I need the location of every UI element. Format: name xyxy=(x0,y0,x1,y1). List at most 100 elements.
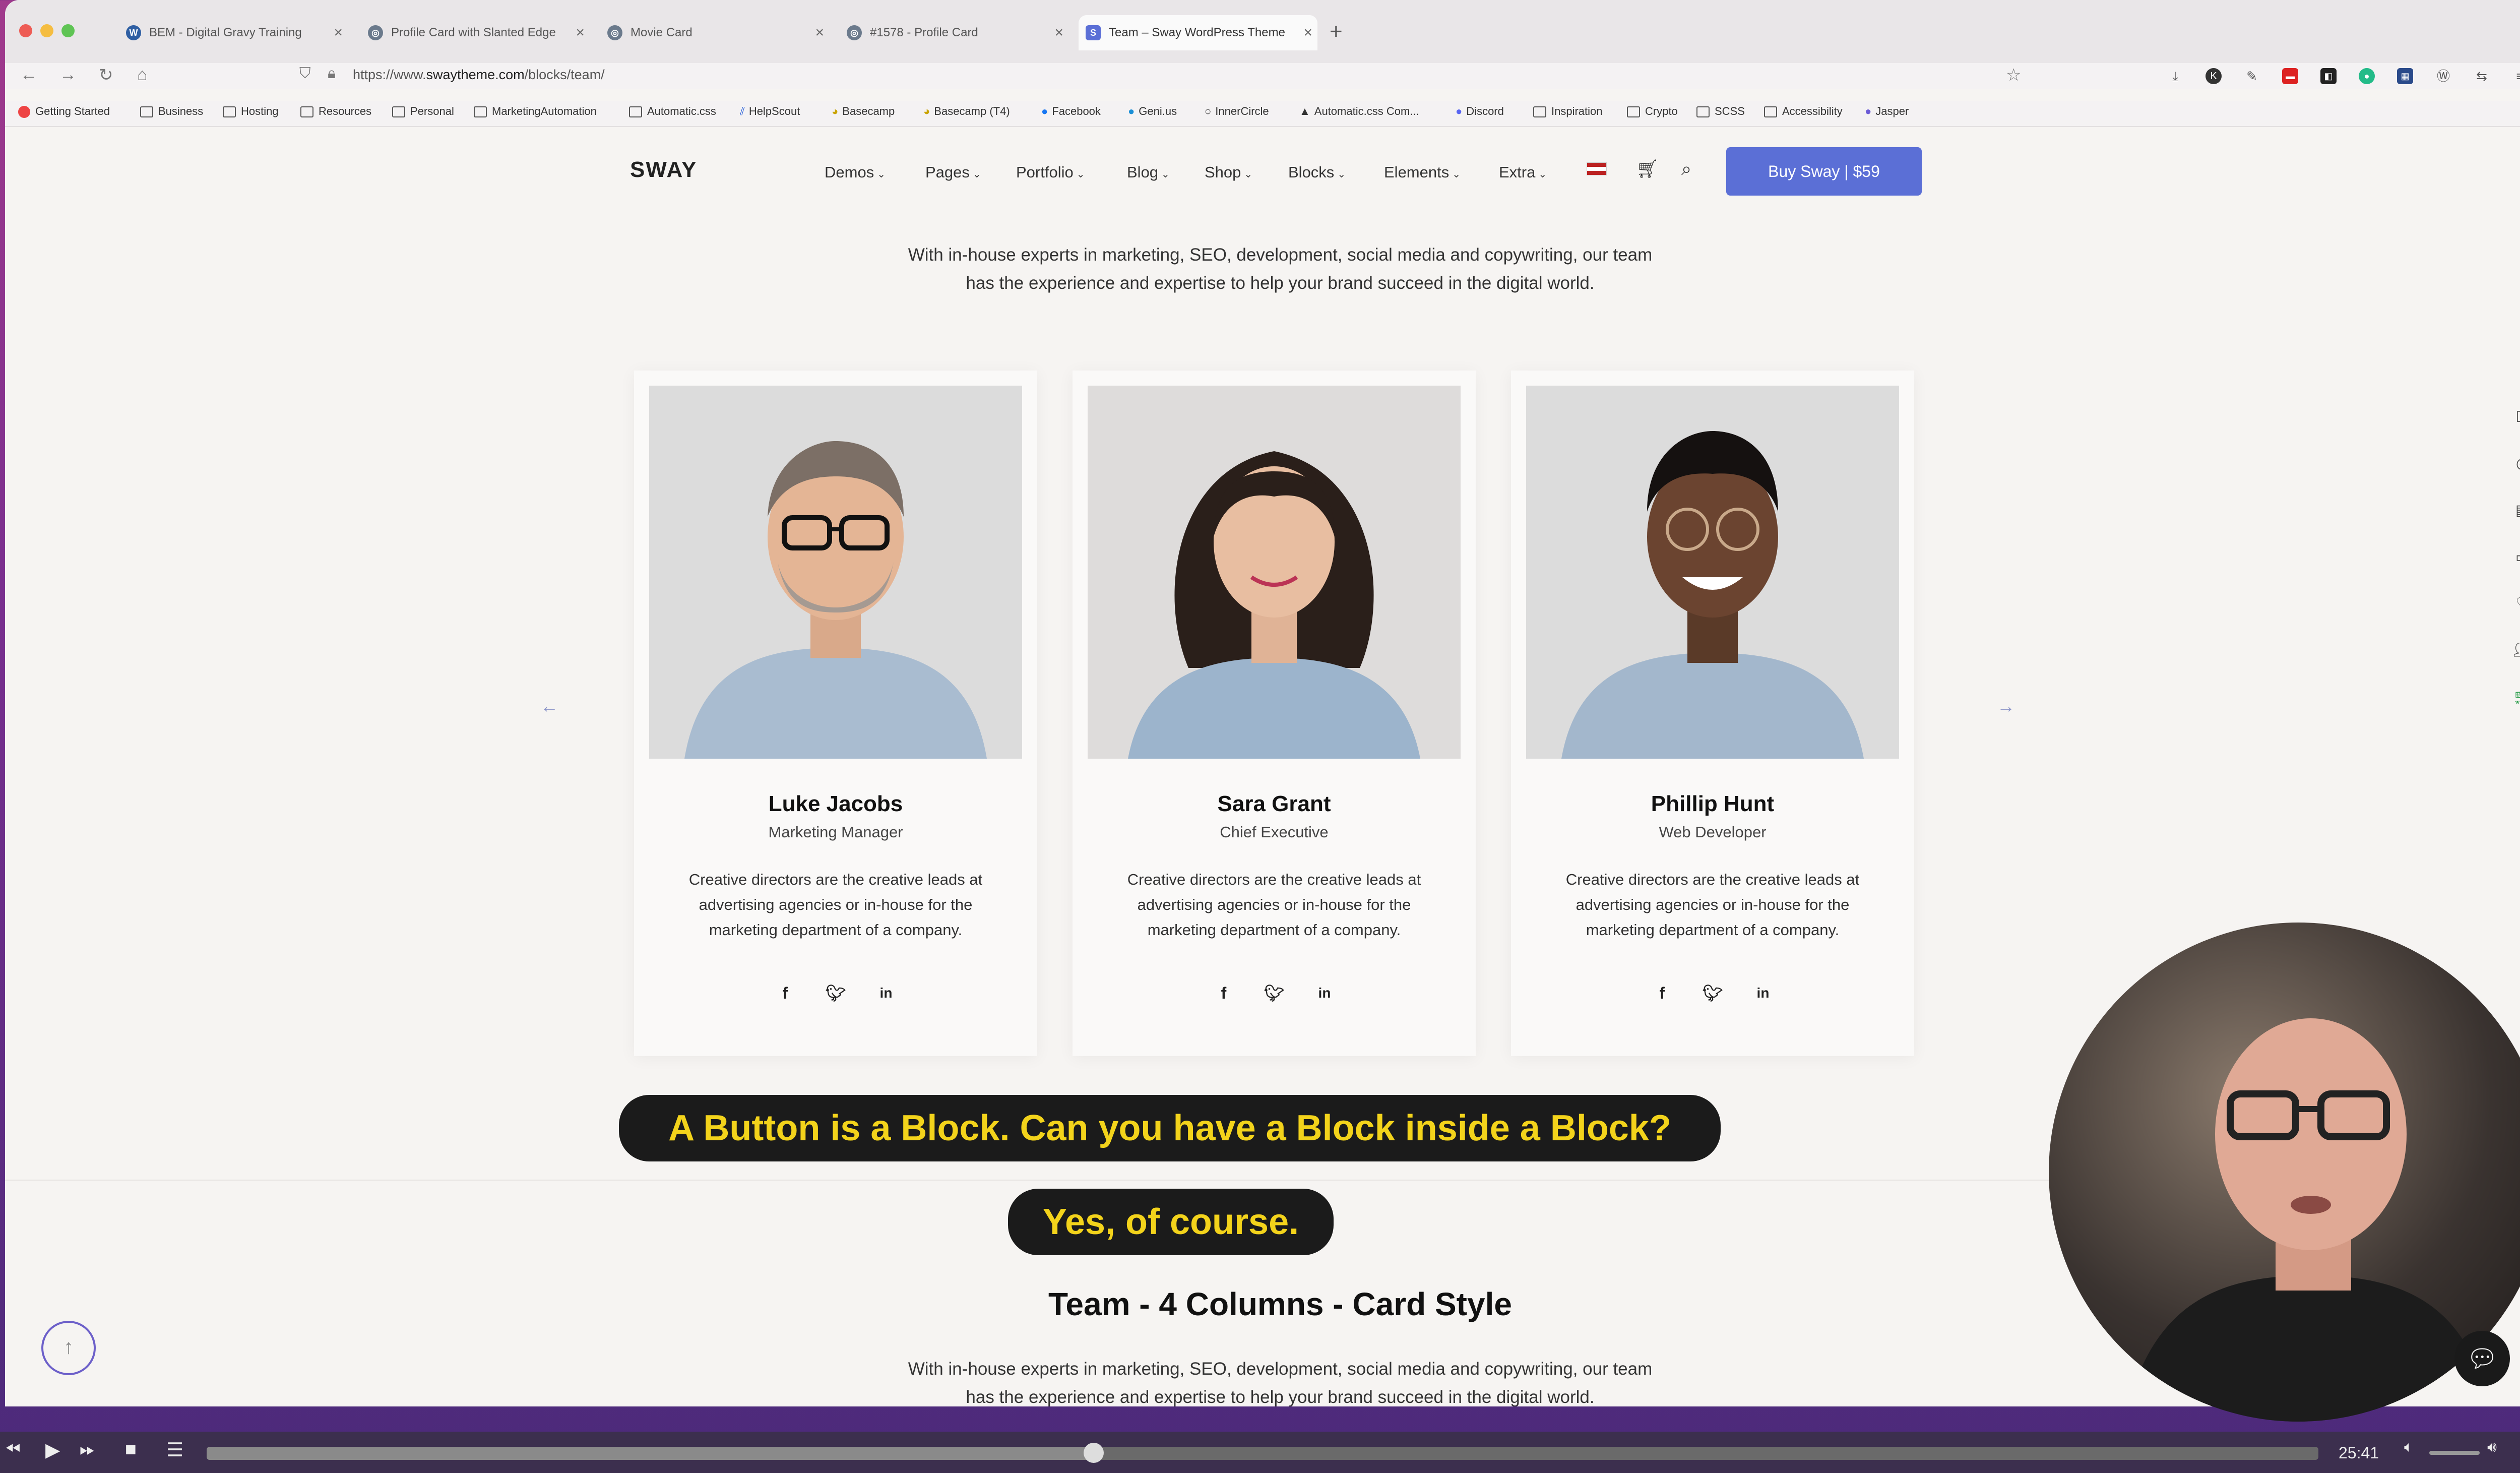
eyedropper-icon[interactable]: ✎ xyxy=(2244,68,2260,84)
team-card: Luke Jacobs Marketing Manager Creative d… xyxy=(634,371,1037,1056)
shield-icon[interactable]: ⛉ xyxy=(299,65,311,82)
nav-shop[interactable]: Shop ⌄ xyxy=(1205,163,1252,181)
extension-icon[interactable]: ⇆ xyxy=(2474,68,2490,84)
seek-bar-handle[interactable] xyxy=(1083,1443,1104,1463)
stop-icon[interactable]: ■ xyxy=(125,1439,137,1460)
bookmark-basecamp[interactable]: ◕ Basecamp xyxy=(832,105,895,118)
bookmark-accessibility[interactable]: Accessibility xyxy=(1764,105,1843,118)
tab-profile-card-1578[interactable]: ◎ #1578 - Profile Card × xyxy=(847,15,1068,50)
nav-pages[interactable]: Pages ⌄ xyxy=(925,163,981,181)
close-tab-icon[interactable]: × xyxy=(1303,24,1312,41)
tab-bem-training[interactable]: W BEM - Digital Gravy Training × xyxy=(126,15,348,50)
users-icon[interactable]: 👥︎ xyxy=(2512,641,2520,661)
back-icon[interactable]: ← xyxy=(20,65,37,85)
bookmark-getting-started[interactable]: Getting Started xyxy=(18,105,110,118)
chevron-down-icon: ⌄ xyxy=(1161,169,1170,180)
nav-portfolio[interactable]: Portfolio ⌄ xyxy=(1016,163,1085,181)
search-icon[interactable]: ⌕ xyxy=(1681,158,1691,180)
facebook-icon[interactable]: f xyxy=(1209,978,1239,1008)
close-tab-icon[interactable]: × xyxy=(815,24,824,41)
menu-icon[interactable]: ≡ xyxy=(2512,68,2520,84)
nav-blocks[interactable]: Blocks ⌄ xyxy=(1288,163,1346,181)
bookmark-scss[interactable]: SCSS xyxy=(1696,105,1745,118)
fast-forward-icon[interactable]: ⏩︎ xyxy=(80,1439,95,1460)
bookmark-marketing-automation[interactable]: MarketingAutomation xyxy=(474,105,597,118)
nav-elements[interactable]: Elements ⌄ xyxy=(1384,163,1461,181)
twitter-icon[interactable]: 🐦︎ xyxy=(1697,978,1728,1008)
bookmark-basecamp-t4[interactable]: ◕ Basecamp (T4) xyxy=(923,105,1010,118)
extension-icon[interactable]: ◧ xyxy=(2320,68,2337,84)
minimize-window-button[interactable] xyxy=(40,24,53,37)
extension-icon[interactable]: ● xyxy=(2359,68,2375,84)
home-icon[interactable]: ⌂ xyxy=(137,65,148,85)
volume-down-icon[interactable]: 🔈︎ xyxy=(2404,1439,2413,1456)
slider-prev-arrow[interactable]: ← xyxy=(529,696,570,726)
bookmark-inspiration[interactable]: Inspiration xyxy=(1533,105,1603,118)
buy-sway-button[interactable]: Buy Sway | $59 xyxy=(1726,147,1922,196)
download-icon[interactable]: ⤓ xyxy=(2167,68,2183,84)
us-flag-icon[interactable] xyxy=(1587,162,1607,175)
play-icon[interactable]: ▶ xyxy=(45,1439,60,1461)
nav-blog[interactable]: Blog ⌄ xyxy=(1127,163,1170,181)
bookmark-helpscout[interactable]: ⫽ HelpScout xyxy=(740,105,800,118)
bookmark-resources[interactable]: Resources xyxy=(300,105,371,118)
tab-profile-card-slanted[interactable]: ◎ Profile Card with Slanted Edge × xyxy=(368,15,590,50)
video-icon[interactable]: ▭ xyxy=(2512,548,2520,569)
bookmark-business[interactable]: Business xyxy=(140,105,203,118)
document-icon[interactable]: ▤ xyxy=(2512,502,2520,522)
close-window-button[interactable] xyxy=(19,24,32,37)
bookmark-automatic-css[interactable]: Automatic.css xyxy=(629,105,716,118)
linkedin-icon[interactable]: in xyxy=(871,978,901,1008)
wordpress-icon: W xyxy=(126,25,141,40)
bookmark-facebook[interactable]: ● Facebook xyxy=(1041,105,1101,118)
reload-icon[interactable]: ↻ xyxy=(99,65,113,85)
new-tab-button[interactable]: + xyxy=(1330,19,1343,44)
bookmark-hosting[interactable]: Hosting xyxy=(223,105,279,118)
bookmark-personal[interactable]: Personal xyxy=(392,105,454,118)
forward-icon[interactable]: → xyxy=(59,65,77,85)
bookmark-geni-us[interactable]: ● Geni.us xyxy=(1128,105,1177,118)
url-field[interactable]: https://www.swaytheme.com/blocks/team/ xyxy=(353,67,605,83)
tab-team-sway[interactable]: S Team – Sway WordPress Theme × xyxy=(1079,15,1317,50)
scroll-to-top-button[interactable]: ↑ xyxy=(41,1321,96,1375)
twitter-icon[interactable]: 🐦︎ xyxy=(1259,978,1289,1008)
comment-icon[interactable]: ☐ xyxy=(2512,408,2520,428)
playlist-icon[interactable]: ☰ xyxy=(166,1439,183,1461)
bookmark-jasper[interactable]: ● Jasper xyxy=(1865,105,1909,118)
slider-next-arrow[interactable]: → xyxy=(1986,696,2026,726)
close-tab-icon[interactable]: × xyxy=(576,24,585,41)
cart-icon[interactable]: 🛒︎ xyxy=(2512,688,2520,708)
cart-icon[interactable]: 🛒︎ xyxy=(1636,158,1659,179)
wordpress-extension-icon[interactable]: Ⓦ xyxy=(2435,68,2451,84)
nav-extra[interactable]: Extra ⌄ xyxy=(1499,163,1547,181)
help-icon[interactable]: ◎ xyxy=(2512,455,2520,475)
facebook-icon[interactable]: f xyxy=(770,978,800,1008)
maximize-window-button[interactable] xyxy=(61,24,75,37)
bookmark-star-icon[interactable]: ☆ xyxy=(2006,65,2021,85)
facebook-icon[interactable]: f xyxy=(1647,978,1677,1008)
seek-bar[interactable] xyxy=(207,1443,2318,1463)
twitter-icon[interactable]: 🐦︎ xyxy=(821,978,851,1008)
extension-icon[interactable]: ▦ xyxy=(2397,68,2413,84)
linkedin-icon[interactable]: in xyxy=(1748,978,1778,1008)
chat-bubble-button[interactable]: 💬︎ xyxy=(2454,1331,2510,1386)
volume-slider[interactable] xyxy=(2429,1451,2480,1455)
bookmark-discord[interactable]: ● Discord xyxy=(1456,105,1504,118)
tab-movie-card[interactable]: ◎ Movie Card × xyxy=(607,15,829,50)
nav-demos[interactable]: Demos ⌄ xyxy=(825,163,886,181)
bookmark-automatic-css-com[interactable]: ▲ Automatic.css Com... xyxy=(1299,105,1419,118)
linkedin-icon[interactable]: in xyxy=(1309,978,1340,1008)
rewind-icon[interactable]: ⏪︎ xyxy=(5,1439,20,1460)
bookmark-innercircle[interactable]: ○ InnerCircle xyxy=(1205,105,1269,118)
site-logo[interactable]: SWAY xyxy=(630,157,698,182)
circle-icon: ○ xyxy=(1205,105,1212,117)
extension-icon[interactable]: ▬ xyxy=(2282,68,2298,84)
team-card: Sara Grant Chief Executive Creative dire… xyxy=(1073,371,1476,1056)
close-tab-icon[interactable]: × xyxy=(1054,24,1063,41)
close-tab-icon[interactable]: × xyxy=(334,24,343,41)
helpscout-icon: ⫽ xyxy=(740,105,745,117)
volume-up-icon[interactable]: 🔊︎ xyxy=(2487,1439,2497,1456)
extension-icon[interactable]: K xyxy=(2206,68,2222,84)
bookmark-crypto[interactable]: Crypto xyxy=(1627,105,1678,118)
heart-icon[interactable]: ♡ xyxy=(2512,595,2520,615)
